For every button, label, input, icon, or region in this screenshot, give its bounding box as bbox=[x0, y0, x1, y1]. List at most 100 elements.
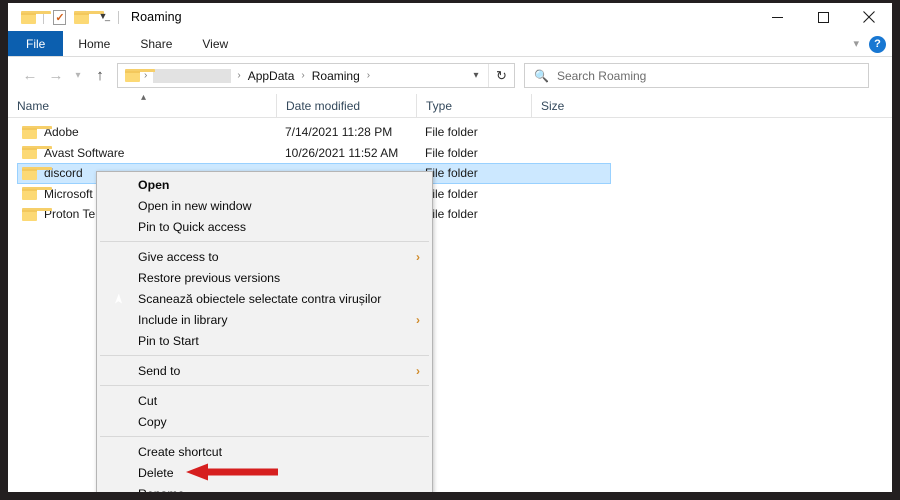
column-header-name[interactable]: Name ▴ bbox=[8, 94, 276, 118]
folder-icon bbox=[22, 187, 37, 200]
window-title: Roaming bbox=[131, 10, 182, 24]
menu-item-rename[interactable]: Rename bbox=[97, 483, 432, 492]
close-button[interactable] bbox=[846, 3, 892, 31]
menu-separator bbox=[100, 436, 429, 437]
up-button[interactable]: ↑ bbox=[87, 63, 113, 89]
folder-icon bbox=[22, 146, 37, 159]
file-name-cell: Adobe bbox=[8, 122, 276, 143]
file-date-cell: 7/14/2021 11:28 PM bbox=[276, 122, 416, 143]
chevron-right-icon: › bbox=[416, 364, 420, 378]
menu-item-copy[interactable]: Copy bbox=[97, 411, 432, 432]
menu-item-open[interactable]: Open bbox=[97, 174, 432, 195]
breadcrumb-item-appdata[interactable]: AppData bbox=[245, 69, 298, 83]
address-bar-actions: ▾ ↻ bbox=[464, 64, 514, 87]
column-header-name-label: Name bbox=[17, 99, 49, 113]
recent-locations-icon[interactable]: ▾ bbox=[69, 63, 87, 89]
menu-item-avast-scan[interactable]: Scanează obiectele selectate contra viru… bbox=[97, 288, 432, 309]
properties-icon[interactable]: ✓ bbox=[48, 6, 70, 28]
column-header-date-modified[interactable]: Date modified bbox=[276, 94, 416, 118]
breadcrumb-folder-icon[interactable] bbox=[123, 69, 140, 82]
tab-file[interactable]: File bbox=[8, 31, 63, 56]
menu-item-pin-to-quick-access[interactable]: Pin to Quick access bbox=[97, 216, 432, 237]
forward-button[interactable]: → bbox=[43, 63, 69, 89]
menu-item-label: Open in new window bbox=[138, 199, 251, 213]
menu-item-label: Rename bbox=[138, 487, 184, 493]
chevron-right-icon: › bbox=[416, 313, 420, 327]
file-name-cell: Avast Software bbox=[8, 143, 276, 164]
menu-separator bbox=[100, 355, 429, 356]
search-input[interactable]: Search Roaming bbox=[557, 69, 646, 83]
refresh-icon[interactable]: ↻ bbox=[488, 64, 514, 87]
menu-item-label: Scanează obiectele selectate contra viru… bbox=[138, 292, 381, 306]
search-icon: 🔍 bbox=[534, 69, 549, 83]
menu-item-label: Include in library bbox=[138, 313, 228, 327]
new-folder-icon[interactable] bbox=[70, 6, 92, 28]
table-row[interactable]: Avast Software 10/26/2021 11:52 AM File … bbox=[8, 143, 892, 164]
table-row[interactable]: Adobe 7/14/2021 11:28 PM File folder bbox=[8, 122, 892, 143]
chevron-down-icon[interactable]: ▾ bbox=[853, 39, 859, 50]
menu-item-label: Pin to Quick access bbox=[138, 220, 246, 234]
file-name-label: Avast Software bbox=[44, 146, 124, 160]
menu-item-label: Copy bbox=[138, 415, 167, 429]
file-type-cell: File folder bbox=[416, 204, 531, 225]
menu-item-open-in-new-window[interactable]: Open in new window bbox=[97, 195, 432, 216]
breadcrumb: › › AppData › Roaming › bbox=[118, 69, 464, 83]
chevron-down-icon-address[interactable]: ▾ bbox=[464, 64, 488, 87]
menu-item-restore-previous-versions[interactable]: Restore previous versions bbox=[97, 267, 432, 288]
sort-ascending-icon: ▴ bbox=[141, 92, 146, 103]
customize-dropdown-icon[interactable]: ▼̲ bbox=[92, 6, 114, 28]
annotation-arrow-icon bbox=[186, 463, 278, 481]
menu-item-cut[interactable]: Cut bbox=[97, 390, 432, 411]
column-header-row: Name ▴ Date modified Type Size bbox=[8, 94, 892, 118]
file-type-cell: File folder bbox=[416, 184, 531, 205]
menu-item-label: Create shortcut bbox=[138, 445, 222, 459]
menu-item-label: Send to bbox=[138, 364, 180, 378]
breadcrumb-separator-2: › bbox=[233, 70, 244, 81]
menu-separator bbox=[100, 241, 429, 242]
menu-item-pin-to-start[interactable]: Pin to Start bbox=[97, 330, 432, 351]
file-explorer-window: ✓ ▼̲ Roaming bbox=[8, 3, 892, 492]
qat-divider-2 bbox=[118, 11, 119, 24]
window-controls bbox=[754, 3, 892, 31]
screenshot-root: ✓ ▼̲ Roaming bbox=[0, 0, 900, 500]
menu-item-send-to[interactable]: Send to › bbox=[97, 360, 432, 381]
column-header-type[interactable]: Type bbox=[416, 94, 531, 118]
quick-access-toolbar: ✓ ▼̲ bbox=[8, 3, 123, 31]
menu-item-label: Give access to bbox=[138, 250, 219, 264]
file-type-cell: File folder bbox=[416, 163, 531, 184]
folder-icon[interactable] bbox=[17, 6, 39, 28]
breadcrumb-item-roaming[interactable]: Roaming bbox=[309, 69, 363, 83]
menu-item-label: Pin to Start bbox=[138, 334, 199, 348]
search-box[interactable]: 🔍 Search Roaming bbox=[524, 63, 869, 88]
maximize-button[interactable] bbox=[800, 3, 846, 31]
chevron-right-icon: › bbox=[416, 250, 420, 264]
folder-icon bbox=[22, 167, 37, 180]
breadcrumb-bar[interactable]: › › AppData › Roaming › ▾ ↻ bbox=[117, 63, 515, 88]
minimize-button[interactable] bbox=[754, 3, 800, 31]
breadcrumb-separator-4: › bbox=[363, 70, 374, 81]
menu-separator bbox=[100, 385, 429, 386]
breadcrumb-item-user-redacted[interactable] bbox=[153, 69, 231, 83]
menu-item-label: Open bbox=[138, 178, 169, 192]
ribbon-right-controls: ▾ ? bbox=[853, 31, 886, 57]
menu-item-label: Delete bbox=[138, 466, 174, 480]
menu-item-create-shortcut[interactable]: Create shortcut bbox=[97, 441, 432, 462]
menu-item-include-in-library[interactable]: Include in library › bbox=[97, 309, 432, 330]
tab-home[interactable]: Home bbox=[63, 31, 125, 56]
tab-view[interactable]: View bbox=[187, 31, 243, 56]
back-button[interactable]: ← bbox=[17, 63, 43, 89]
menu-item-give-access-to[interactable]: Give access to › bbox=[97, 246, 432, 267]
file-type-cell: File folder bbox=[416, 122, 531, 143]
context-menu: Open Open in new window Pin to Quick acc… bbox=[96, 171, 433, 492]
title-bar: ✓ ▼̲ Roaming bbox=[8, 3, 892, 31]
breadcrumb-separator-3: › bbox=[297, 70, 308, 81]
file-date-cell: 10/26/2021 11:52 AM bbox=[276, 143, 416, 164]
folder-icon bbox=[22, 208, 37, 221]
file-type-cell: File folder bbox=[416, 143, 531, 164]
menu-item-label: Restore previous versions bbox=[138, 271, 280, 285]
tab-share[interactable]: Share bbox=[125, 31, 187, 56]
ribbon-tab-bar: File Home Share View ▾ ? bbox=[8, 31, 892, 57]
column-header-size[interactable]: Size bbox=[531, 94, 619, 118]
help-icon[interactable]: ? bbox=[869, 36, 886, 53]
menu-item-label: Cut bbox=[138, 394, 157, 408]
